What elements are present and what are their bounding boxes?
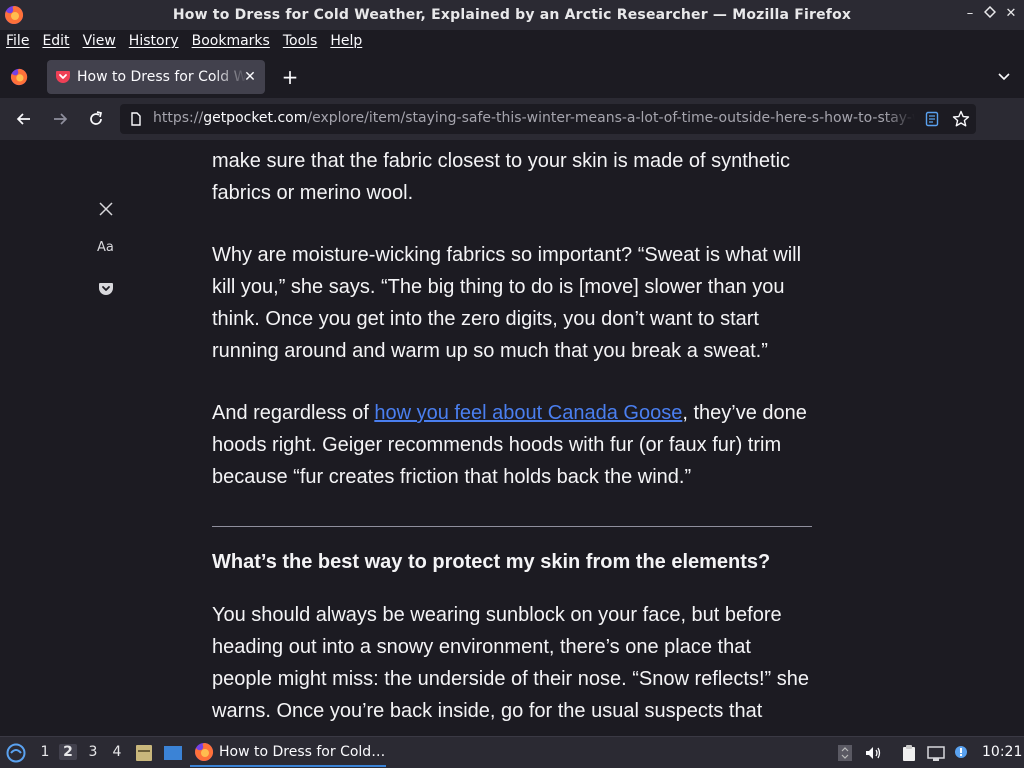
tray-scroll-icon[interactable] — [836, 744, 854, 762]
menu-bar: File Edit View History Bookmarks Tools H… — [0, 30, 1024, 52]
reader-view-icon[interactable] — [924, 111, 940, 127]
article-paragraph: Why are moisture-wicking fabrics so impo… — [212, 244, 802, 362]
taskbar-window-label: How to Dress for Cold… — [219, 744, 386, 760]
pocket-icon[interactable] — [96, 279, 116, 299]
url-text[interactable]: https://getpocket.com/explore/item/stayi… — [153, 110, 915, 126]
forward-icon[interactable] — [50, 109, 70, 129]
taskbar: 1 2 3 4 How to Dress for Cold… 10:21 — [0, 736, 1024, 768]
workspace-2[interactable]: 2 — [59, 744, 77, 760]
notification-icon[interactable] — [953, 744, 971, 762]
reader-view-content: Aa make sure that the fabric closest to … — [0, 140, 1024, 736]
firefox-view-icon[interactable] — [10, 68, 28, 86]
start-menu-icon[interactable] — [6, 743, 26, 763]
article-paragraph: make sure that the fabric closest to you… — [212, 150, 791, 204]
article-paragraph: You should always be wearing sunblock on… — [212, 604, 809, 722]
workspace-4[interactable]: 4 — [108, 744, 126, 760]
maximize-icon[interactable] — [982, 5, 998, 22]
tab-label: How to Dress for Cold Weather, Explained… — [77, 69, 247, 85]
tab-close-icon[interactable]: ✕ — [241, 68, 259, 86]
url-bar[interactable]: https://getpocket.com/explore/item/stayi… — [120, 104, 976, 134]
menu-history[interactable]: History — [129, 33, 179, 49]
section-heading: What’s the best way to protect my skin f… — [212, 551, 771, 573]
menu-tools[interactable]: Tools — [283, 33, 318, 49]
volume-icon[interactable] — [864, 744, 882, 762]
clock: 10:21 — [982, 744, 1023, 760]
window-titlebar: How to Dress for Cold Weather, Explained… — [0, 0, 1024, 30]
taskbar-firefox-window[interactable]: How to Dress for Cold… — [190, 739, 386, 767]
workspace-1[interactable]: 1 — [36, 744, 54, 760]
url-prefix: https:// — [153, 110, 204, 126]
tab-active[interactable]: How to Dress for Cold Weather, Explained… — [47, 60, 265, 94]
chevron-down-icon[interactable] — [996, 68, 1012, 84]
menu-help[interactable]: Help — [330, 33, 362, 49]
back-icon[interactable] — [14, 109, 34, 129]
section-divider — [212, 526, 812, 527]
canada-goose-link[interactable]: how you feel about Canada Goose — [374, 402, 682, 424]
reload-icon[interactable] — [86, 109, 106, 129]
close-icon[interactable] — [96, 199, 116, 219]
menu-file[interactable]: File — [6, 33, 29, 49]
firefox-icon — [195, 742, 214, 761]
url-host: getpocket.com — [203, 110, 308, 126]
url-path: /explore/item/staying-safe-this-winter-m… — [307, 110, 915, 126]
firefox-icon — [5, 5, 24, 24]
page-info-icon[interactable] — [128, 111, 144, 127]
file-manager-icon[interactable] — [135, 743, 153, 763]
menu-bookmarks[interactable]: Bookmarks — [192, 33, 270, 49]
bookmark-star-icon[interactable] — [952, 110, 970, 128]
paragraph-text: And regardless of — [212, 402, 375, 424]
menu-view[interactable]: View — [83, 33, 116, 49]
minimize-icon[interactable]: – — [962, 6, 978, 22]
workspace-3[interactable]: 3 — [84, 744, 102, 760]
desktop-icon[interactable] — [163, 744, 183, 762]
clipboard-icon[interactable] — [900, 744, 918, 762]
type-controls-icon[interactable]: Aa — [97, 240, 117, 260]
tab-strip: How to Dress for Cold Weather, Explained… — [0, 56, 1024, 98]
article-paragraph: And regardless of how you feel about Can… — [212, 397, 812, 493]
network-icon[interactable] — [927, 744, 945, 762]
close-icon[interactable]: ✕ — [1003, 6, 1019, 22]
menu-edit[interactable]: Edit — [42, 33, 69, 49]
new-tab-icon[interactable]: + — [280, 67, 300, 87]
window-title: How to Dress for Cold Weather, Explained… — [172, 7, 852, 23]
pocket-icon — [56, 71, 70, 83]
